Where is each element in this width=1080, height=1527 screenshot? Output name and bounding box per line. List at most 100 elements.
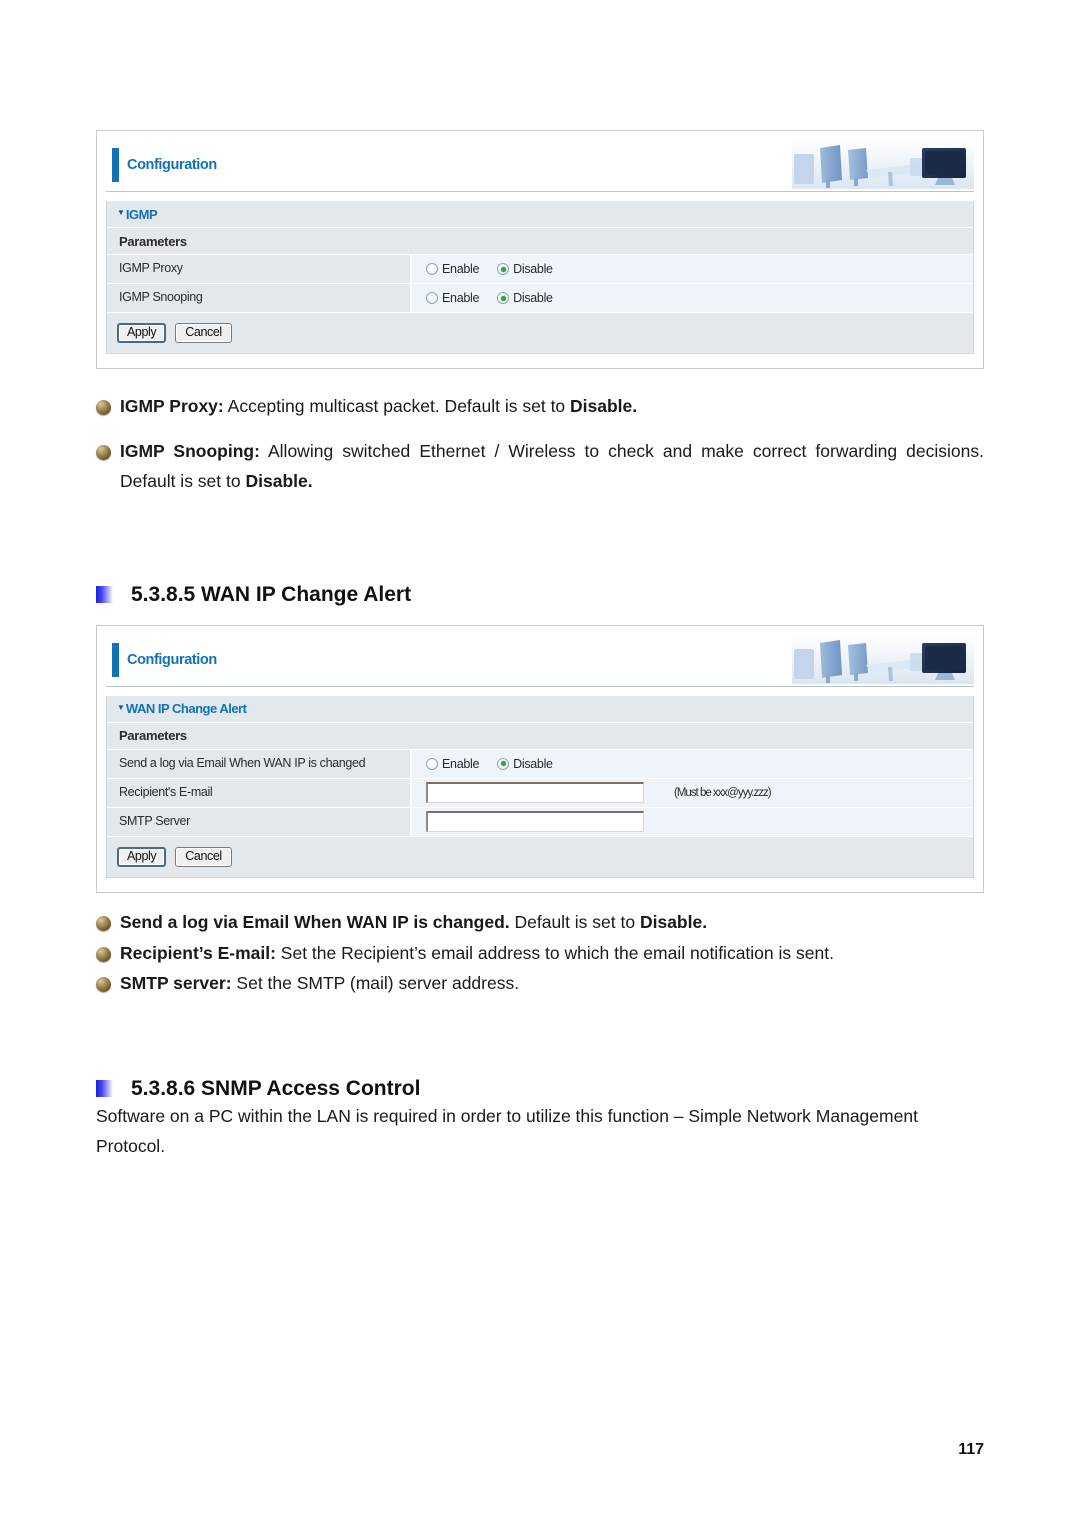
igmp-proxy-note-text: IGMP Proxy: Accepting multicast packet. … xyxy=(120,391,984,422)
sphere-bullet-icon xyxy=(96,400,111,415)
radio-label: Enable xyxy=(442,756,480,771)
send-log-radio-group: Enable Disable xyxy=(426,757,553,771)
top-spacer xyxy=(96,0,984,130)
cancel-button[interactable]: Cancel xyxy=(175,322,232,344)
radio-button[interactable] xyxy=(426,292,438,304)
radio-label: Disable xyxy=(513,756,553,771)
recipient-email-note: Recipient’s E-mail: Set the Recipient’s … xyxy=(96,938,984,969)
igmp-snooping-enable-option[interactable]: Enable xyxy=(426,291,479,305)
document-page: Configuration ▼ IGMP Parameters IGMP Pro… xyxy=(0,0,1080,1527)
wan-parameters-label: Parameters xyxy=(119,728,187,744)
spacer-after-igmp-panel xyxy=(96,369,984,391)
wan-section-title: WAN IP Change Alert xyxy=(125,701,247,717)
send-log-note-emphasis: Disable. xyxy=(639,911,708,932)
panel-header-title: Configuration xyxy=(127,157,217,173)
header-accent-bar xyxy=(112,148,119,182)
table-row: IGMP Proxy Enable Disable xyxy=(107,255,973,284)
wan-form-box: ▼ WAN IP Change Alert Parameters Send a … xyxy=(106,695,974,878)
wan-action-row: Apply Cancel xyxy=(107,836,973,877)
smtp-server-note-term: SMTP server: xyxy=(120,973,232,994)
header-accent-bar xyxy=(112,642,119,677)
sphere-bullet-icon xyxy=(96,946,111,962)
smtp-server-label: SMTP Server xyxy=(107,807,412,836)
send-log-note-term: Send a log via Email When WAN IP is chan… xyxy=(120,911,510,932)
cancel-button[interactable]: Cancel xyxy=(175,846,232,868)
panel-header: Configuration xyxy=(106,633,974,687)
radio-label: Enable xyxy=(442,262,480,276)
igmp-snooping-note: IGMP Snooping: Allowing switched Etherne… xyxy=(96,436,984,497)
igmp-snooping-label: IGMP Snooping xyxy=(107,284,412,312)
igmp-proxy-disable-option[interactable]: Disable xyxy=(497,262,553,276)
recipient-email-note-term: Recipient’s E-mail: xyxy=(120,942,276,963)
blue-square-bullet-icon xyxy=(96,586,113,604)
igmp-snooping-note-emphasis: Disable. xyxy=(245,471,313,492)
igmp-parameters-header: Parameters xyxy=(107,228,973,255)
igmp-proxy-radio-group: Enable Disable xyxy=(426,262,553,276)
table-row: SMTP Server xyxy=(107,807,973,837)
igmp-snooping-disable-option[interactable]: Disable xyxy=(497,291,553,305)
recipient-email-hint: (Must be xxx@yyy.zzz) xyxy=(674,786,772,799)
radio-label: Enable xyxy=(442,291,480,305)
igmp-proxy-note: IGMP Proxy: Accepting multicast packet. … xyxy=(96,391,984,422)
collapse-caret-icon[interactable]: ▼ xyxy=(117,703,125,712)
igmp-section-title: IGMP xyxy=(125,206,158,222)
office-workstation-photo xyxy=(792,634,974,684)
igmp-configuration-panel: Configuration ▼ IGMP Parameters IGMP Pro… xyxy=(96,130,984,369)
radio-label: Disable xyxy=(513,291,553,305)
collapse-caret-icon[interactable]: ▼ xyxy=(117,209,125,217)
table-row: IGMP Snooping Enable Disable xyxy=(107,284,973,313)
smtp-server-input[interactable] xyxy=(426,811,644,833)
igmp-proxy-note-body: Accepting multicast packet. Default is s… xyxy=(223,396,571,416)
spacer-after-wan-panel xyxy=(96,893,984,907)
spacer-before-wan-heading xyxy=(96,497,984,583)
send-log-note-text: Send a log via Email When WAN IP is chan… xyxy=(120,907,984,938)
igmp-proxy-note-emphasis: Disable. xyxy=(570,396,638,416)
radio-button[interactable] xyxy=(426,757,438,770)
panel-header-title: Configuration xyxy=(127,651,217,668)
igmp-form-box: ▼ IGMP Parameters IGMP Proxy Enable Disa… xyxy=(106,201,974,354)
sphere-bullet-icon xyxy=(96,444,111,460)
page-number: 117 xyxy=(958,1441,984,1458)
igmp-action-row: Apply Cancel xyxy=(107,313,973,353)
recipient-email-value: (Must be xxx@yyy.zzz) xyxy=(412,778,973,807)
heading-text: 5.3.8.5 WAN IP Change Alert xyxy=(131,582,412,606)
recipient-email-note-text: Recipient’s E-mail: Set the Recipient’s … xyxy=(120,938,984,969)
wan-parameters-header: Parameters xyxy=(107,722,973,750)
apply-button[interactable]: Apply xyxy=(117,322,167,344)
recipient-email-label: Recipient's E-mail xyxy=(107,778,412,807)
apply-button[interactable]: Apply xyxy=(117,846,167,868)
radio-button[interactable] xyxy=(497,757,510,770)
office-workstation-photo xyxy=(792,140,974,189)
smtp-server-value xyxy=(412,807,973,836)
smtp-server-note-text: SMTP server: Set the SMTP (mail) server … xyxy=(120,968,984,999)
igmp-section-title-row[interactable]: ▼ IGMP xyxy=(107,201,973,228)
igmp-proxy-value: Enable Disable xyxy=(412,255,973,283)
send-log-enable-option[interactable]: Enable xyxy=(426,757,479,771)
recipient-email-note-body: Set the Recipient’s email address to whi… xyxy=(275,942,834,963)
wan-section-title-row[interactable]: ▼ WAN IP Change Alert xyxy=(107,695,973,723)
igmp-proxy-note-term: IGMP Proxy: xyxy=(120,396,224,416)
igmp-snooping-value: Enable Disable xyxy=(412,284,973,312)
send-log-value: Enable Disable xyxy=(412,749,973,778)
send-log-disable-option[interactable]: Disable xyxy=(497,757,553,771)
send-log-label: Send a log via Email When WAN IP is chan… xyxy=(107,749,412,778)
wan-ip-change-alert-heading: 5.3.8.5 WAN IP Change Alert xyxy=(96,583,984,607)
igmp-snooping-radio-group: Enable Disable xyxy=(426,291,553,305)
radio-button[interactable] xyxy=(497,292,510,304)
spacer-after-wan-heading xyxy=(96,607,984,625)
sphere-bullet-icon xyxy=(96,915,111,931)
radio-button[interactable] xyxy=(497,263,510,275)
panel-header: Configuration xyxy=(106,139,974,192)
radio-button[interactable] xyxy=(426,263,438,275)
send-log-note-body: Default is set to xyxy=(509,911,640,932)
igmp-parameters-label: Parameters xyxy=(119,233,187,249)
igmp-snooping-note-term: IGMP Snooping: xyxy=(120,440,260,461)
blue-square-bullet-icon xyxy=(96,1080,113,1098)
sphere-bullet-icon xyxy=(96,977,111,993)
spacer-between-notes xyxy=(96,422,984,436)
igmp-proxy-enable-option[interactable]: Enable xyxy=(426,262,479,276)
igmp-proxy-label: IGMP Proxy xyxy=(107,255,412,283)
recipient-email-input[interactable] xyxy=(426,782,644,804)
snmp-description: Software on a PC within the LAN is requi… xyxy=(96,1105,918,1157)
spacer-before-snmp-heading xyxy=(96,999,984,1077)
